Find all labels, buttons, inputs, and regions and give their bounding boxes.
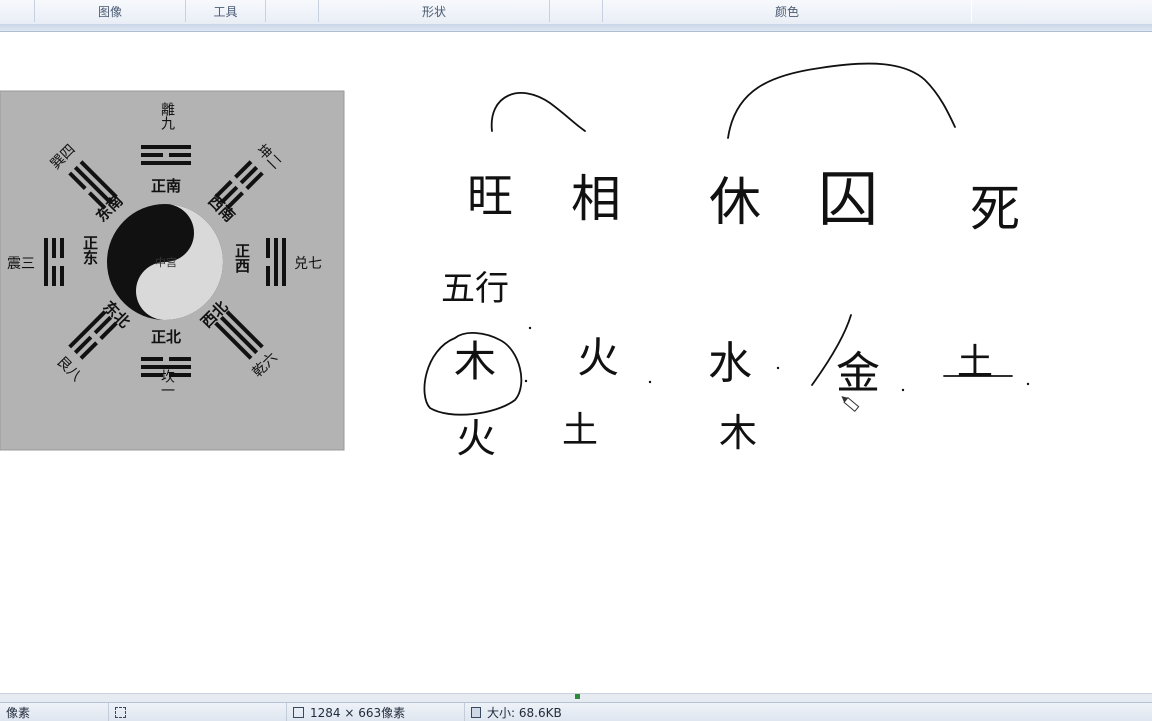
ribbon: 图像 工具 形状 颜色 bbox=[0, 0, 1152, 25]
status-file-size: 大小: 68.6KB bbox=[464, 703, 671, 721]
status-dimensions: 1284 × 663像素 bbox=[286, 703, 463, 721]
hw-element-mu: 木 bbox=[454, 337, 496, 386]
status-cursor-position: 像素 bbox=[0, 703, 106, 721]
hw-char-si: 死 bbox=[970, 180, 1020, 238]
ribbon-group-spacer bbox=[265, 0, 319, 22]
trigram-dui: 兑七 bbox=[294, 256, 322, 272]
hw-element-huo: 火 bbox=[577, 333, 619, 382]
status-selection bbox=[108, 703, 285, 721]
hw-element-shui: 水 bbox=[708, 338, 752, 389]
ribbon-group-colors-label: 颜色 bbox=[774, 4, 799, 19]
status-file-size-text: 大小: 68.6KB bbox=[487, 705, 562, 720]
hw-char-wang: 旺 bbox=[467, 169, 513, 223]
ribbon-group-tools[interactable]: 工具 bbox=[185, 0, 266, 22]
hw-char-xiang: 相 bbox=[571, 170, 621, 228]
direction-east: 正东 bbox=[81, 235, 99, 266]
arc-left-stroke bbox=[490, 92, 586, 132]
canvas-resize-handle[interactable] bbox=[575, 694, 580, 699]
ribbon-group-image[interactable]: 图像 bbox=[34, 0, 186, 22]
ribbon-group-colors[interactable]: 颜色 bbox=[602, 0, 972, 22]
ribbon-group-shapes-label: 形状 bbox=[421, 4, 446, 19]
canvas-drawing[interactable]: 中宫 正南 正北 西南 东南 西北 东北 正西 正东 離九 坎一 震三 兑七 巽… bbox=[0, 32, 1152, 693]
status-pixel-text: 像素 bbox=[6, 705, 31, 720]
ribbon-group-image-label: 图像 bbox=[97, 4, 122, 19]
hw-element-tu: 土 bbox=[957, 342, 993, 383]
ribbon-group-spacer-2 bbox=[549, 0, 603, 22]
drawing-canvas[interactable]: 中宫 正南 正北 西南 东南 西北 东北 正西 正东 離九 坎一 震三 兑七 巽… bbox=[0, 32, 1152, 693]
direction-south: 正南 bbox=[151, 177, 181, 195]
hw-gen-huo: 火 bbox=[456, 416, 496, 462]
arc-right-stroke bbox=[727, 62, 956, 139]
hw-gen-tu: 土 bbox=[562, 410, 598, 451]
direction-north: 正北 bbox=[151, 328, 181, 346]
ribbon-bottom-strip bbox=[0, 24, 1152, 32]
hw-gen-mu: 木 bbox=[719, 411, 757, 455]
trigram-li: 離九 bbox=[159, 101, 175, 131]
bagua-image: 中宫 正南 正北 西南 东南 西北 东北 正西 正东 離九 坎一 震三 兑七 巽… bbox=[0, 90, 345, 451]
hw-char-qiu: 囚 bbox=[818, 165, 878, 235]
trigram-zhen: 震三 bbox=[7, 256, 35, 272]
image-size-icon bbox=[293, 706, 304, 718]
ribbon-group-shapes[interactable]: 形状 bbox=[318, 0, 550, 22]
center-palace-label: 中宫 bbox=[155, 255, 177, 269]
ribbon-group-tools-label: 工具 bbox=[213, 4, 238, 19]
status-dimensions-text: 1284 × 663像素 bbox=[310, 705, 406, 720]
disk-icon bbox=[471, 706, 481, 718]
status-bar: 像素 1284 × 663像素 大小: 68.6KB bbox=[0, 702, 1152, 721]
hw-element-jin: 金 bbox=[836, 348, 880, 399]
direction-west: 正西 bbox=[233, 243, 251, 274]
selection-icon bbox=[115, 706, 126, 718]
trigram-kan: 坎一 bbox=[159, 369, 175, 397]
hw-label-wuxing: 五行 bbox=[441, 269, 509, 309]
hw-char-xiu: 休 bbox=[709, 173, 761, 233]
